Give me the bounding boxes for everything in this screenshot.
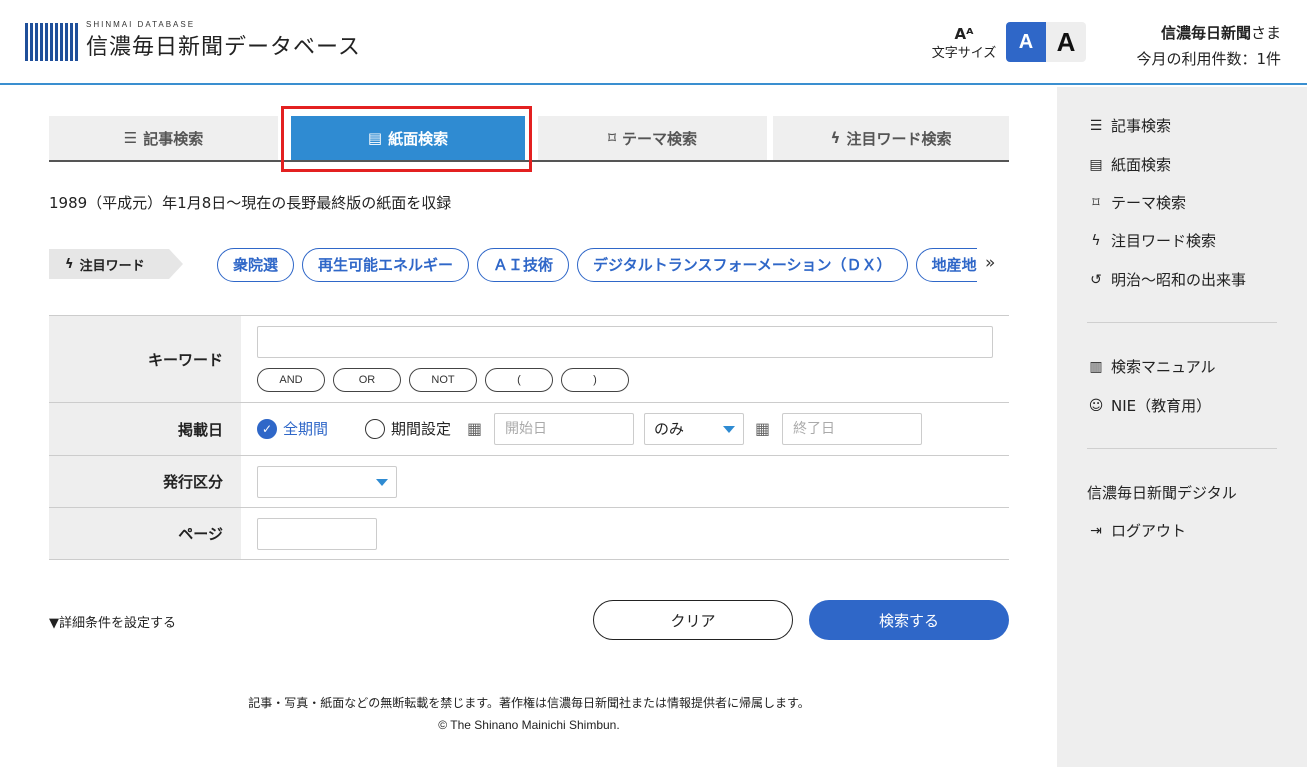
search-form: キーワード AND OR NOT ( ) 掲載日 ✓ 全期間 期間設定 ▦ 開始日… [49, 315, 1009, 560]
newspaper-icon: ▤ [1089, 156, 1103, 173]
sidebar-item-article-search[interactable]: ☰ 記事検索 [1087, 115, 1171, 136]
bolt-icon: ϟ [830, 129, 841, 147]
sidebar-item-trending-search[interactable]: ϟ 注目ワード検索 [1087, 230, 1216, 251]
close-paren-button[interactable]: ) [561, 368, 629, 392]
trending-chip[interactable]: 衆院選 [217, 248, 295, 282]
sidebar-divider [1087, 448, 1277, 449]
usage-count: 今月の利用件数：1件 [1136, 50, 1281, 68]
edition-select[interactable] [257, 466, 397, 498]
tab-theme-search[interactable]: ⌑ テーマ検索 [538, 116, 767, 160]
sidebar-divider [1087, 322, 1277, 323]
bookmark-icon: ⌑ [607, 129, 617, 147]
font-size-small-button[interactable]: A [1006, 22, 1046, 62]
font-size-label: Aᴬ 文字サイズ [928, 26, 1000, 61]
logo-subtitle: SHINMAI DATABASE [86, 20, 196, 29]
keyword-row: キーワード AND OR NOT ( ) [49, 316, 1009, 403]
sidebar-item-digital[interactable]: 信濃毎日新聞デジタル [1087, 482, 1237, 503]
chevron-right-double-icon[interactable]: » [985, 253, 995, 273]
trending-chip[interactable]: 地産地消 [915, 248, 977, 282]
copyright-notice: 記事・写真・紙面などの無断転載を禁じます。著作権は信濃毎日新聞社または情報提供者… [248, 696, 810, 710]
tab-article-search[interactable]: ☰ 記事検索 [49, 116, 278, 160]
sidebar-item-paper-search[interactable]: ▤ 紙面検索 [1087, 154, 1171, 175]
trending-chip[interactable]: ＡＩ技術 [477, 248, 570, 282]
bookmark-icon: ⌑ [1092, 194, 1100, 211]
edition-label: 発行区分 [49, 456, 241, 507]
font-size-icon: Aᴬ [954, 25, 974, 43]
logo-title: 信濃毎日新聞データベース [86, 35, 361, 60]
sidebar-item-nie[interactable]: ☺ NIE（教育用） [1087, 395, 1211, 416]
clear-button[interactable]: クリア [593, 600, 793, 640]
all-period-radio[interactable]: ✓ 全期間 [257, 418, 328, 439]
search-button[interactable]: 検索する [809, 600, 1009, 640]
sidebar-item-theme-search[interactable]: ⌑ テーマ検索 [1087, 192, 1186, 213]
logo[interactable]: SHINMAI DATABASE 信濃毎日新聞データベース [25, 20, 361, 61]
not-button[interactable]: NOT [409, 368, 477, 392]
bolt-icon: ϟ [65, 256, 74, 272]
keyword-input[interactable] [257, 326, 993, 358]
period-setting-radio[interactable]: 期間設定 [365, 418, 451, 439]
sidebar-item-logout[interactable]: ⇥ ログアウト [1087, 520, 1186, 541]
sidebar-item-history[interactable]: ↺ 明治～昭和の出来事 [1087, 269, 1246, 290]
smile-icon: ☺ [1088, 397, 1104, 414]
trending-chip[interactable]: デジタルトランスフォーメーション（ＤＸ） [577, 248, 908, 282]
list-icon: ☰ [1089, 117, 1103, 134]
newspaper-icon: ▤ [367, 129, 383, 147]
sidebar-item-manual[interactable]: ▥ 検索マニュアル [1087, 356, 1215, 377]
chevron-down-icon [376, 479, 388, 486]
logout-icon: ⇥ [1090, 522, 1102, 539]
copyright: © The Shinano Mainichi Shimbun. [438, 718, 620, 732]
list-icon: ☰ [123, 129, 138, 147]
coverage-description: 1989（平成元）年1月8日～現在の長野最終版の紙面を収録 [49, 194, 452, 212]
edition-row: 発行区分 [49, 456, 1009, 508]
or-button[interactable]: OR [333, 368, 401, 392]
sidebar: ☰ 記事検索 ▤ 紙面検索 ⌑ テーマ検索 ϟ 注目ワード検索 ↺ 明治～昭和の出来事 ▥… [1057, 87, 1307, 767]
range-mode-select[interactable]: のみ [644, 413, 744, 445]
trending-label: ϟ 注目ワード [49, 249, 184, 279]
keyword-label: キーワード [49, 316, 241, 402]
date-label: 掲載日 [49, 403, 241, 455]
date-row: 掲載日 ✓ 全期間 期間設定 ▦ 開始日 のみ ▦ 終了日 [49, 403, 1009, 456]
chevron-down-icon [723, 426, 735, 433]
calendar-icon[interactable]: ▦ [467, 419, 482, 438]
and-button[interactable]: AND [257, 368, 325, 392]
search-tabs: ☰ 記事検索 ▤ 紙面検索 ⌑ テーマ検索 ϟ 注目ワード検索 [49, 116, 1009, 162]
tab-trending-search[interactable]: ϟ 注目ワード検索 [773, 116, 1009, 160]
trending-chips: 衆院選再生可能エネルギーＡＩ技術デジタルトランスフォーメーション（ＤＸ）地産地消 [217, 248, 977, 284]
font-size-large-button[interactable]: A [1046, 22, 1086, 62]
page-row: ページ [49, 508, 1009, 560]
tab-paper-search[interactable]: ▤ 紙面検索 [291, 116, 525, 160]
history-icon: ↺ [1090, 271, 1102, 288]
end-date-input[interactable]: 終了日 [782, 413, 922, 445]
trending-chip[interactable]: 再生可能エネルギー [302, 248, 470, 282]
user-name: 信濃毎日新聞さま [1160, 24, 1281, 42]
header: SHINMAI DATABASE 信濃毎日新聞データベース Aᴬ 文字サイズ A… [0, 0, 1307, 85]
page-label: ページ [49, 508, 241, 559]
bolt-icon: ϟ [1091, 232, 1101, 249]
page-input[interactable] [257, 518, 377, 550]
detail-conditions-toggle[interactable]: ▼詳細条件を設定する [49, 612, 176, 631]
logo-mark-icon [25, 21, 78, 61]
check-icon: ✓ [257, 418, 277, 439]
start-date-input[interactable]: 開始日 [494, 413, 634, 445]
open-paren-button[interactable]: ( [485, 368, 553, 392]
book-icon: ▥ [1089, 358, 1103, 375]
user-info: 信濃毎日新聞さま 今月の利用件数：1件 [1136, 20, 1281, 72]
calendar-icon[interactable]: ▦ [755, 419, 770, 438]
